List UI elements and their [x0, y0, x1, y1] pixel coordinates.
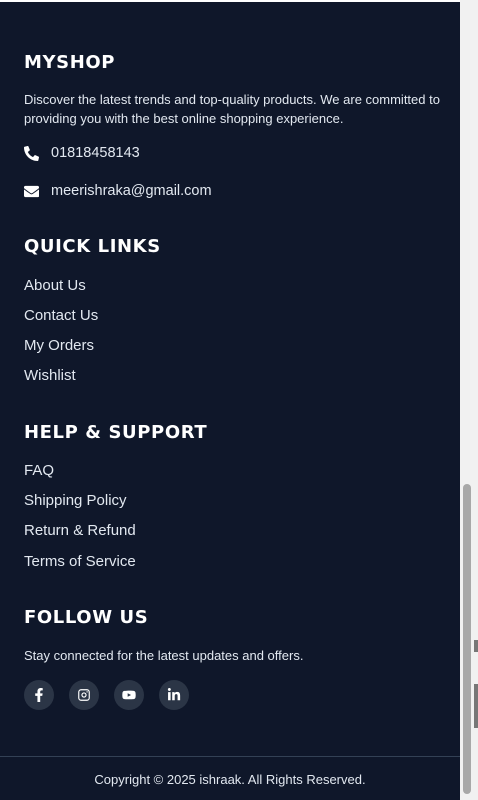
top-border: [0, 0, 460, 2]
brand-title: MYSHOP: [24, 52, 116, 73]
help-support-title: HELP & SUPPORT: [24, 422, 208, 443]
link-shipping-policy[interactable]: Shipping Policy: [24, 492, 127, 509]
instagram-button[interactable]: [69, 680, 99, 710]
envelope-icon: [24, 185, 39, 197]
footer-divider: [0, 756, 460, 757]
facebook-icon: [35, 688, 43, 702]
facebook-button[interactable]: [24, 680, 54, 710]
copyright-text: Copyright © 2025 ishraak. All Rights Res…: [94, 772, 366, 787]
instagram-icon: [78, 689, 90, 701]
social-links: [24, 680, 189, 710]
phone-icon: [24, 145, 39, 161]
brand-description: Discover the latest trends and top-quali…: [24, 92, 440, 126]
email-contact[interactable]: meerishraka@gmail.com: [24, 183, 212, 199]
quick-links-title: QUICK LINKS: [24, 236, 161, 257]
follow-us-text: Stay connected for the latest updates an…: [24, 648, 304, 663]
link-wishlist[interactable]: Wishlist: [24, 367, 76, 384]
youtube-icon: [122, 690, 136, 700]
link-about-us[interactable]: About Us: [24, 277, 86, 294]
edge-artifact: [474, 684, 478, 728]
link-contact-us[interactable]: Contact Us: [24, 307, 98, 324]
phone-number: 01818458143: [51, 145, 140, 161]
scrollbar-thumb[interactable]: [463, 484, 471, 794]
link-faq[interactable]: FAQ: [24, 462, 54, 479]
link-terms-of-service[interactable]: Terms of Service: [24, 553, 136, 570]
youtube-button[interactable]: [114, 680, 144, 710]
edge-artifact: [474, 640, 478, 652]
phone-contact[interactable]: 01818458143: [24, 145, 140, 161]
linkedin-icon: [167, 688, 181, 701]
link-return-refund[interactable]: Return & Refund: [24, 522, 136, 539]
linkedin-button[interactable]: [159, 680, 189, 710]
follow-us-title: FOLLOW US: [24, 607, 149, 628]
link-my-orders[interactable]: My Orders: [24, 337, 94, 354]
email-address: meerishraka@gmail.com: [51, 183, 212, 199]
site-footer: MYSHOP Discover the latest trends and to…: [0, 0, 460, 800]
